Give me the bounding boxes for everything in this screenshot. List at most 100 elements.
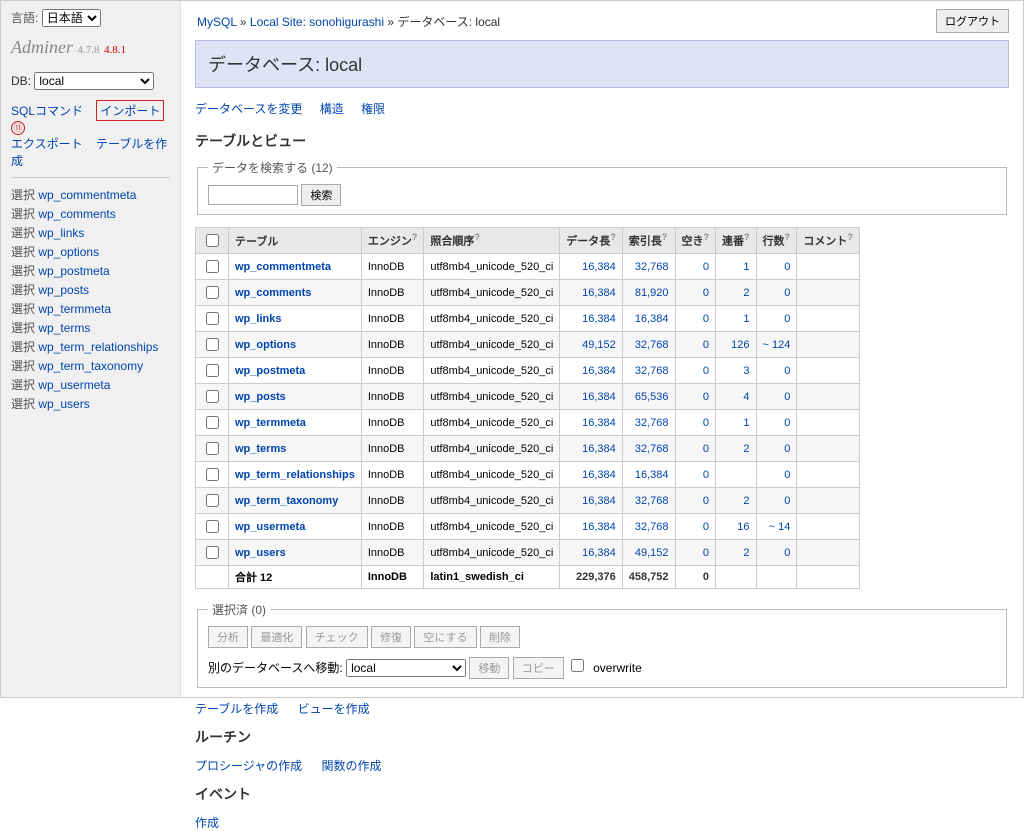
optimize-button[interactable]: 最適化 bbox=[251, 626, 302, 648]
check-all[interactable] bbox=[206, 234, 219, 247]
cell-index-length: 32,768 bbox=[622, 332, 675, 358]
row-checkbox[interactable] bbox=[206, 416, 219, 429]
search-button[interactable]: 検索 bbox=[301, 184, 341, 206]
cell-auto-increment: 3 bbox=[716, 358, 757, 384]
th-index-length[interactable]: 索引長? bbox=[622, 228, 675, 254]
row-checkbox[interactable] bbox=[206, 494, 219, 507]
cell-engine: InnoDB bbox=[361, 514, 424, 540]
create-function-link[interactable]: 関数の作成 bbox=[322, 759, 382, 773]
row-checkbox[interactable] bbox=[206, 468, 219, 481]
row-checkbox[interactable] bbox=[206, 312, 219, 325]
table-row: wp_usersInnoDButf8mb4_unicode_520_ci16,3… bbox=[196, 540, 860, 566]
create-table-link[interactable]: テーブルを作成 bbox=[195, 702, 278, 716]
table-row: wp_commentmetaInnoDButf8mb4_unicode_520_… bbox=[196, 254, 860, 280]
sidebar-table-item: 選択 wp_term_relationships bbox=[11, 338, 170, 355]
check-button[interactable]: チェック bbox=[306, 626, 368, 648]
table-name-link[interactable]: wp_commentmeta bbox=[235, 261, 331, 273]
table-name-link[interactable]: wp_users bbox=[235, 547, 286, 559]
table-name-link[interactable]: wp_term_taxonomy bbox=[235, 495, 338, 507]
row-checkbox[interactable] bbox=[206, 286, 219, 299]
move-button[interactable]: 移動 bbox=[469, 657, 509, 679]
create-procedure-link[interactable]: プロシージャの作成 bbox=[195, 759, 302, 773]
breadcrumb-mysql[interactable]: MySQL bbox=[197, 15, 237, 29]
table-name-link[interactable]: wp_posts bbox=[235, 391, 286, 403]
side-actions: SQLコマンド インポート ⑪ エクスポート テーブルを作成 bbox=[11, 100, 170, 169]
row-checkbox[interactable] bbox=[206, 520, 219, 533]
sidebar-table-link[interactable]: wp_commentmeta bbox=[38, 188, 136, 202]
th-auto-increment[interactable]: 連番? bbox=[716, 228, 757, 254]
th-table[interactable]: テーブル bbox=[229, 228, 362, 254]
cell-rows: 0 bbox=[756, 280, 797, 306]
cell-auto-increment: 1 bbox=[716, 410, 757, 436]
cell-data-length: 16,384 bbox=[560, 254, 623, 280]
th-data-length[interactable]: データ長? bbox=[560, 228, 623, 254]
sidebar-table-link[interactable]: wp_users bbox=[38, 397, 89, 411]
sidebar-table-link[interactable]: wp_term_relationships bbox=[38, 340, 158, 354]
copy-button[interactable]: コピー bbox=[513, 657, 564, 679]
row-checkbox[interactable] bbox=[206, 390, 219, 403]
sidebar-table-link[interactable]: wp_terms bbox=[38, 321, 90, 335]
row-checkbox[interactable] bbox=[206, 364, 219, 377]
th-collation[interactable]: 照合順序? bbox=[424, 228, 560, 254]
logout-button[interactable]: ログアウト bbox=[936, 9, 1009, 33]
search-input[interactable] bbox=[208, 185, 298, 205]
sidebar-table-link[interactable]: wp_posts bbox=[38, 283, 89, 297]
side-table-list: 選択 wp_commentmeta選択 wp_comments選択 wp_lin… bbox=[11, 177, 170, 412]
privileges-link[interactable]: 権限 bbox=[361, 102, 385, 116]
change-db-link[interactable]: データベースを変更 bbox=[195, 102, 302, 116]
sidebar-table-item: 選択 wp_postmeta bbox=[11, 262, 170, 279]
breadcrumb-site[interactable]: Local Site: sonohigurashi bbox=[250, 15, 384, 29]
search-fieldset: データを検索する (12) 検索 bbox=[197, 159, 1007, 215]
table-name-link[interactable]: wp_usermeta bbox=[235, 521, 305, 533]
repair-button[interactable]: 修復 bbox=[371, 626, 411, 648]
analyze-button[interactable]: 分析 bbox=[208, 626, 248, 648]
cell-free: 0 bbox=[675, 514, 716, 540]
th-engine[interactable]: エンジン? bbox=[361, 228, 424, 254]
sidebar-table-link[interactable]: wp_options bbox=[38, 245, 99, 259]
table-name-link[interactable]: wp_comments bbox=[235, 287, 311, 299]
sidebar-table-link[interactable]: wp_termmeta bbox=[38, 302, 111, 316]
truncate-button[interactable]: 空にする bbox=[414, 626, 476, 648]
table-name-link[interactable]: wp_postmeta bbox=[235, 365, 305, 377]
cell-index-length: 16,384 bbox=[622, 462, 675, 488]
th-rows[interactable]: 行数? bbox=[756, 228, 797, 254]
th-free[interactable]: 空き? bbox=[675, 228, 716, 254]
cell-rows: 0 bbox=[756, 436, 797, 462]
language-select[interactable]: 日本語 bbox=[42, 9, 101, 27]
sql-command-link[interactable]: SQLコマンド bbox=[11, 104, 83, 118]
move-label: 別のデータベースへ移動: bbox=[208, 661, 343, 675]
drop-button[interactable]: 削除 bbox=[480, 626, 520, 648]
cell-data-length: 16,384 bbox=[560, 358, 623, 384]
row-checkbox[interactable] bbox=[206, 546, 219, 559]
cell-rows: 0 bbox=[756, 540, 797, 566]
structure-link[interactable]: 構造 bbox=[320, 102, 344, 116]
logo-name: Adminer bbox=[11, 37, 73, 57]
sidebar-table-link[interactable]: wp_postmeta bbox=[38, 264, 109, 278]
cell-comment bbox=[797, 358, 860, 384]
row-checkbox[interactable] bbox=[206, 260, 219, 273]
selected-legend: 選択済 (0) bbox=[208, 601, 270, 618]
db-select[interactable]: local bbox=[34, 72, 154, 90]
move-db-select[interactable]: local bbox=[346, 659, 466, 677]
table-name-link[interactable]: wp_terms bbox=[235, 443, 286, 455]
logo-version-latest: 4.8.1 bbox=[104, 44, 126, 56]
export-link[interactable]: エクスポート bbox=[11, 137, 83, 151]
th-comment[interactable]: コメント? bbox=[797, 228, 860, 254]
sidebar-table-link[interactable]: wp_term_taxonomy bbox=[38, 359, 143, 373]
row-checkbox[interactable] bbox=[206, 338, 219, 351]
table-name-link[interactable]: wp_options bbox=[235, 339, 296, 351]
import-link[interactable]: インポート bbox=[100, 104, 160, 118]
select-label: 選択 bbox=[11, 188, 35, 202]
cell-collation: utf8mb4_unicode_520_ci bbox=[424, 358, 560, 384]
table-name-link[interactable]: wp_termmeta bbox=[235, 417, 306, 429]
overwrite-checkbox[interactable] bbox=[571, 659, 584, 672]
sidebar-table-link[interactable]: wp_links bbox=[38, 226, 84, 240]
create-event-link[interactable]: 作成 bbox=[195, 816, 219, 830]
table-name-link[interactable]: wp_term_relationships bbox=[235, 469, 355, 481]
sidebar-table-item: 選択 wp_options bbox=[11, 243, 170, 260]
create-view-link[interactable]: ビューを作成 bbox=[298, 702, 370, 716]
table-name-link[interactable]: wp_links bbox=[235, 313, 281, 325]
sidebar-table-link[interactable]: wp_usermeta bbox=[38, 378, 110, 392]
row-checkbox[interactable] bbox=[206, 442, 219, 455]
sidebar-table-link[interactable]: wp_comments bbox=[38, 207, 115, 221]
